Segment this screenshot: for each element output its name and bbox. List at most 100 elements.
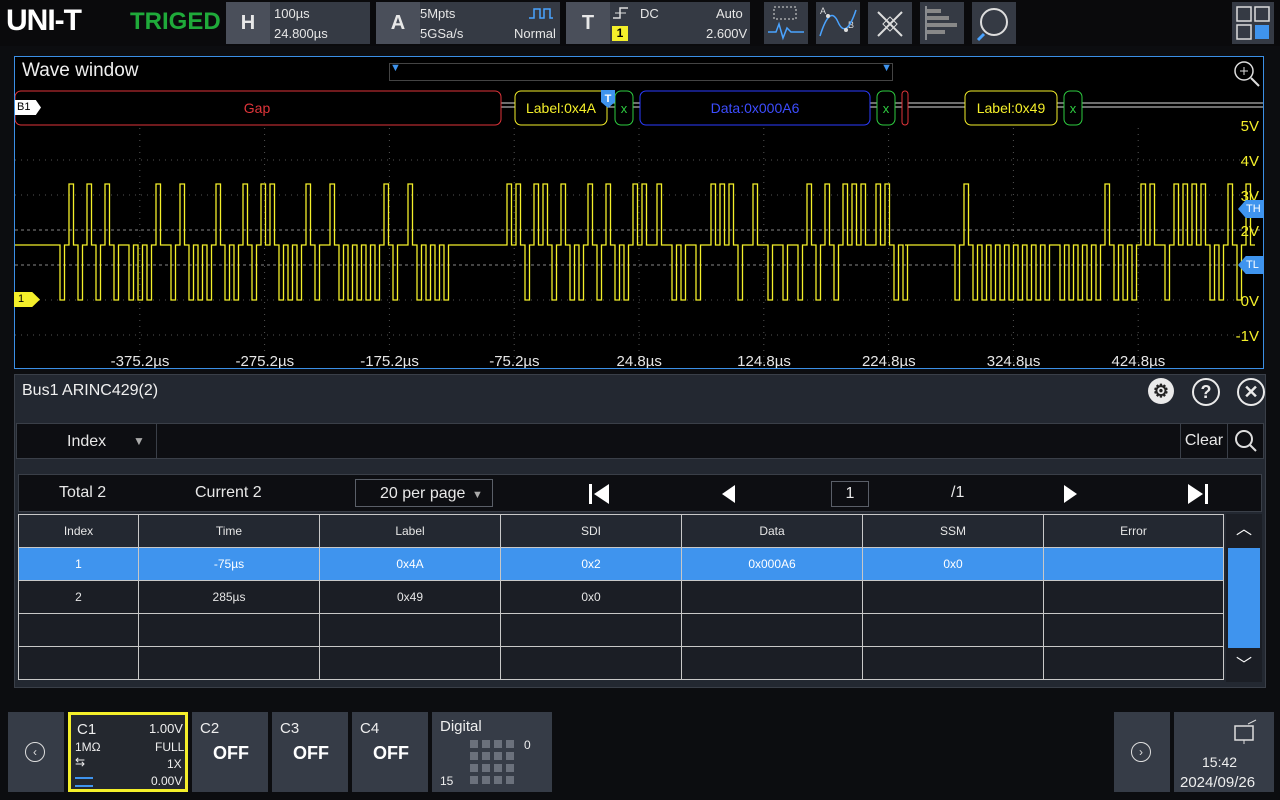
column-header-error[interactable]: Error — [1043, 514, 1224, 548]
search-tool-button[interactable] — [972, 2, 1016, 44]
scroll-up-icon[interactable]: ︿ — [1226, 514, 1262, 546]
timebase-value: 100µs — [274, 6, 310, 21]
time-tick-label: -175.2µs — [360, 353, 419, 368]
digital-name: Digital — [440, 718, 482, 735]
cell-sdi: 0x2 — [500, 547, 682, 581]
pagination-bar: Total 2 Current 2 20 per page ▼ 1 /1 — [18, 474, 1262, 512]
scroll-down-icon[interactable]: ﹀ — [1226, 650, 1262, 682]
time-offset-value: 24.800µs — [274, 26, 328, 41]
trigger-badge: T — [566, 2, 610, 44]
sample-rate: 5GSa/s — [420, 26, 464, 41]
channel1-card[interactable]: C1 1.00V 1MΩ FULL ⇆ 1X 0.00V — [68, 712, 188, 792]
table-row[interactable]: 1 -75µs 0x4A 0x2 0x000A6 0x0 — [18, 547, 1224, 581]
horizontal-panel[interactable]: H 100µs 24.800µs — [226, 2, 370, 44]
search-field-select[interactable]: Index ▼ — [17, 424, 157, 458]
bandwidth-limit-icon — [75, 777, 93, 787]
time-tick-label: 324.8µs — [987, 353, 1041, 368]
next-page-icon[interactable] — [1061, 483, 1081, 505]
trigger-position-text: T — [605, 93, 612, 105]
horizontal-badge: H — [226, 2, 270, 44]
position-right-marker-icon: ▼ — [881, 62, 892, 74]
svg-text:A: A — [820, 6, 826, 16]
tools-icon — [877, 11, 903, 37]
layout-grid-icon — [1236, 6, 1270, 40]
search-icon[interactable] — [1233, 429, 1259, 453]
decode-table: Index Time Label SDI Data SSM Error 1 -7… — [18, 514, 1224, 680]
network-icon — [1234, 719, 1257, 744]
window-layout-button[interactable] — [1232, 2, 1274, 44]
cell-time: -75µs — [138, 547, 320, 581]
memory-depth: 5Mpts — [420, 6, 456, 21]
column-header-ssm[interactable]: SSM — [862, 514, 1044, 548]
acquire-panel[interactable]: A 5Mpts 5GSa/s Normal — [376, 2, 560, 44]
time-tick-label: 424.8µs — [1112, 353, 1166, 368]
channel4-state: OFF — [373, 743, 409, 763]
column-header-time[interactable]: Time — [138, 514, 320, 548]
search-field-label: Index — [67, 433, 107, 450]
table-row[interactable]: 2 285µs 0x49 0x0 — [18, 580, 1224, 614]
prev-page-icon[interactable] — [719, 483, 739, 505]
decode-data-text: Data:0x000A6 — [711, 100, 800, 116]
auto-measure-button[interactable] — [764, 2, 808, 44]
scroll-left-button[interactable]: ‹ — [8, 712, 64, 792]
channel2-card[interactable]: C2 OFF — [192, 712, 268, 792]
table-row-empty — [18, 613, 1224, 647]
brand-logo: UNI-T — [6, 4, 82, 37]
first-page-icon[interactable] — [587, 483, 613, 505]
page-number-input[interactable]: 1 — [831, 481, 869, 507]
histogram-button[interactable] — [920, 2, 964, 44]
help-button[interactable]: ? — [1192, 378, 1220, 406]
digital-card[interactable]: Digital 0 15 — [432, 712, 552, 792]
voltage-tick-label: 2V — [1241, 223, 1259, 240]
channel4-card[interactable]: C4 OFF — [352, 712, 428, 792]
clear-button[interactable]: Clear — [1180, 424, 1228, 458]
trigger-level: 2.600V — [706, 26, 748, 41]
trigger-panel[interactable]: T DC Auto 1 2.600V — [566, 2, 750, 44]
chevron-right-icon: › — [1131, 742, 1151, 762]
scroll-thumb[interactable] — [1228, 548, 1260, 648]
zoom-in-icon — [1234, 61, 1260, 87]
current-count: Current 2 — [195, 484, 262, 501]
cell-data — [681, 580, 863, 614]
cursor-icon: A B — [819, 6, 857, 37]
cell-ssm — [862, 580, 1044, 614]
cell-error — [1043, 547, 1224, 581]
column-header-sdi[interactable]: SDI — [500, 514, 682, 548]
channel1-impedance: 1MΩ — [75, 740, 101, 754]
close-button[interactable]: ✕ — [1237, 378, 1265, 406]
table-scrollbar[interactable]: ︿ ﹀ — [1226, 514, 1262, 682]
voltage-tick-label: 0V — [1241, 293, 1259, 310]
decode-parity-text-2: x — [883, 101, 890, 116]
memory-position-bar[interactable]: ▼ ▼ — [389, 62, 893, 81]
column-header-index[interactable]: Index — [18, 514, 139, 548]
math-button[interactable] — [868, 2, 912, 44]
trigger-edge-icon — [613, 7, 628, 19]
column-header-label[interactable]: Label — [319, 514, 501, 548]
time-tick-label: -275.2µs — [235, 353, 294, 368]
voltage-axis: 5V4V3V2V0V-1V — [1236, 118, 1259, 345]
column-header-data[interactable]: Data — [681, 514, 863, 548]
channel1-bandwidth: FULL — [155, 740, 185, 754]
cursor-button[interactable]: A B — [816, 2, 860, 44]
search-input[interactable] — [157, 424, 1179, 458]
trigger-coupling: DC — [640, 6, 659, 21]
scroll-right-button[interactable]: › — [1114, 712, 1170, 792]
channel1-offset: 0.00V — [151, 774, 183, 788]
last-page-icon[interactable] — [1185, 483, 1211, 505]
channel3-state: OFF — [293, 743, 329, 763]
channel3-card[interactable]: C3 OFF — [272, 712, 348, 792]
position-left-marker-icon: ▼ — [390, 62, 401, 74]
trigger-sweep: Auto — [716, 6, 743, 21]
wave-window-title: Wave window — [22, 60, 139, 81]
bus1-marker[interactable]: B1 — [15, 100, 41, 115]
channel4-name: C4 — [360, 720, 380, 737]
channel1-waveform — [15, 183, 1255, 301]
settings-button[interactable]: ⚙ — [1148, 378, 1174, 404]
per-page-select[interactable]: 20 per page ▼ — [355, 479, 493, 507]
waveform-display[interactable]: Gap Label:0x4A x Data:0x000A6 x Label:0x… — [15, 88, 1263, 368]
channel2-name: C2 — [200, 720, 220, 737]
chevron-left-icon: ‹ — [25, 742, 45, 762]
clock-panel: 15:42 2024/09/26 — [1174, 712, 1274, 792]
digital-low-bit: 0 — [524, 738, 531, 752]
chevron-down-icon: ▼ — [133, 434, 145, 448]
